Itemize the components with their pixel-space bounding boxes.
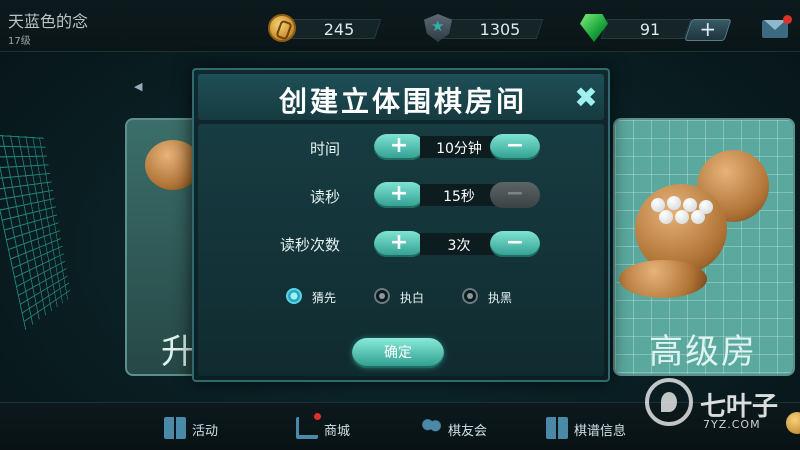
white-stone-icon <box>659 210 673 224</box>
nav-item-records-label: 棋谱信息 <box>574 424 627 439</box>
byoyomi-label: 读秒 <box>309 188 340 206</box>
friends-icon <box>420 417 442 439</box>
player-level: 17级 <box>8 36 31 47</box>
shop-notification-dot <box>314 413 321 420</box>
nav-item-shop-label: 商城 <box>324 424 351 439</box>
radio-guess-first[interactable] <box>286 288 302 304</box>
radio-play-black-label: 执黑 <box>488 291 513 305</box>
nav-item-activity[interactable]: 活动 <box>164 417 234 441</box>
dialog-header: 创建立体围棋房间 ✖ <box>198 74 604 120</box>
confirm-button[interactable]: 确定 <box>352 338 444 368</box>
gem-counter: 91 <box>580 14 692 42</box>
watermark-logo-icon <box>645 378 693 426</box>
byoyomi-decrease-button[interactable]: − <box>490 182 540 208</box>
top-bar: 天蓝色的念 17级 245 1305 91 + <box>0 0 800 52</box>
radio-guess-first-label: 猜先 <box>312 291 337 305</box>
nav-item-records[interactable]: 棋谱信息 <box>546 417 642 441</box>
speaker-icon[interactable]: ◀ <box>134 80 144 93</box>
radio-play-white-label: 执白 <box>400 291 425 305</box>
coin-counter: 245 <box>268 14 382 42</box>
room-card-left-label: 升 <box>161 332 195 372</box>
byoyomi-value: 15秒 <box>443 189 475 205</box>
mail-notification-dot <box>783 15 792 24</box>
nav-item-friends[interactable]: 棋友会 <box>420 417 504 441</box>
nav-item-friends-label: 棋友会 <box>448 424 488 439</box>
byoyomi-count-value: 3次 <box>447 238 471 254</box>
white-stone-icon <box>667 196 681 210</box>
close-icon[interactable]: ✖ <box>572 84 600 112</box>
byoyomi-count-label: 读秒次数 <box>279 236 340 254</box>
cart-icon <box>296 417 318 439</box>
gem-value: 91 <box>639 20 661 39</box>
byoyomi-increase-button[interactable]: + <box>374 182 424 208</box>
coin-value: 245 <box>323 20 355 39</box>
coin-icon <box>268 14 296 42</box>
time-value: 10分钟 <box>436 141 482 157</box>
radio-play-black[interactable] <box>462 288 478 304</box>
nav-item-activity-label: 活动 <box>192 424 219 439</box>
room-card-advanced[interactable]: 高级房 <box>613 118 795 376</box>
dialog-title: 创建立体围棋房间 <box>278 85 527 118</box>
gift-icon <box>164 417 186 439</box>
score-counter: 1305 <box>424 14 544 42</box>
watermark-subtext: 7YZ.COM <box>703 418 761 431</box>
grid-decoration <box>0 133 72 330</box>
time-label: 时间 <box>309 140 340 158</box>
create-room-dialog: 创建立体围棋房间 ✖ 时间 + 10分钟 − 读秒 + 15秒 − 读秒次数 +… <box>192 68 610 382</box>
byoyomi-count-increase-button[interactable]: + <box>374 231 424 257</box>
byoyomi-count-decrease-button[interactable]: − <box>490 231 540 257</box>
time-increase-button[interactable]: + <box>374 134 424 160</box>
add-gems-button[interactable]: + <box>684 17 732 41</box>
white-stone-icon <box>675 210 689 224</box>
bowl-lid-icon <box>619 260 707 298</box>
player-name[interactable]: 天蓝色的念 <box>8 8 88 32</box>
room-card-advanced-label: 高级房 <box>649 332 757 372</box>
book-icon <box>546 417 568 439</box>
radio-play-white[interactable] <box>374 288 390 304</box>
white-stone-icon <box>691 210 705 224</box>
time-decrease-button[interactable]: − <box>490 134 540 160</box>
plus-icon: + <box>699 17 717 41</box>
nav-item-shop[interactable]: 商城 <box>296 413 366 441</box>
score-value: 1305 <box>479 20 521 39</box>
